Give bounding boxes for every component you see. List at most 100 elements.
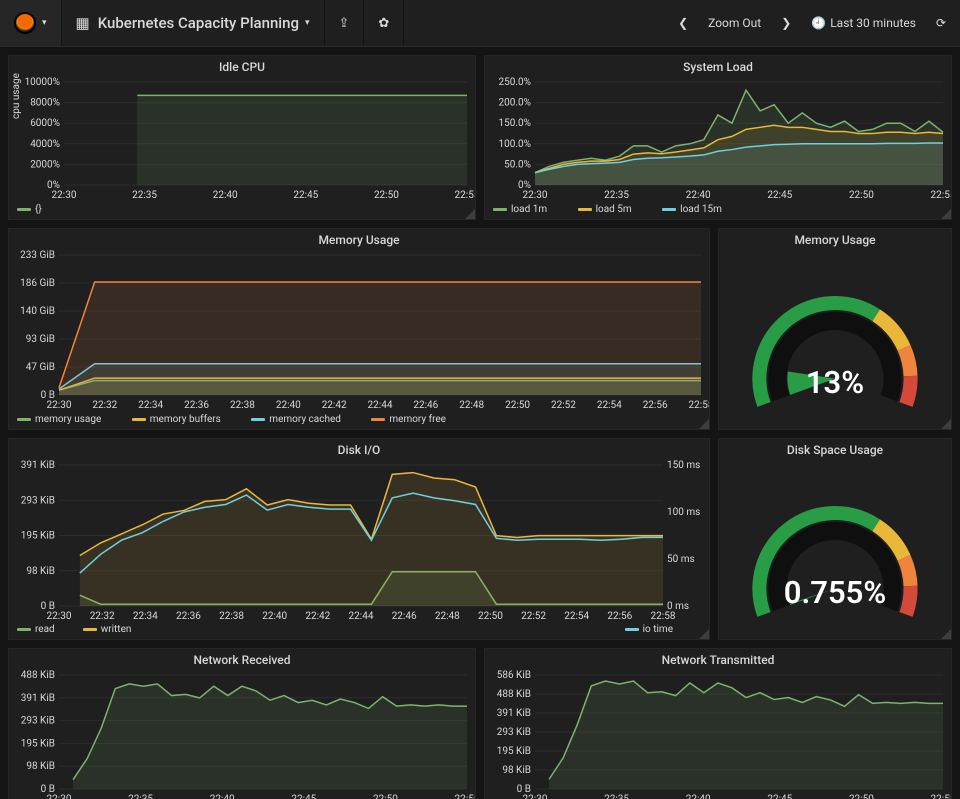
svg-text:22:40: 22:40: [210, 794, 235, 799]
panel-memory-usage-ts[interactable]: Memory Usage 0 B47 GiB93 GiB140 GiB186 G…: [8, 228, 710, 430]
dashboard-picker[interactable]: ▦ Kubernetes Capacity Planning ▾: [62, 0, 325, 46]
time-next-button[interactable]: ❯: [771, 16, 801, 30]
svg-text:195 KiB: 195 KiB: [497, 746, 531, 757]
gear-icon: ✿: [378, 16, 389, 31]
svg-text:22:55: 22:55: [455, 190, 475, 201]
panel-system-load[interactable]: System Load 0%50.0%100.0%150.0%200.0%250…: [484, 55, 952, 220]
time-range-picker[interactable]: 🕘Last 30 minutes: [801, 16, 926, 30]
svg-text:22:35: 22:35: [604, 190, 629, 201]
svg-text:22:50: 22:50: [849, 794, 874, 799]
share-button[interactable]: ⇪: [325, 0, 365, 46]
legend: load 1m load 5m load 15m: [485, 201, 951, 219]
panel-disk-io[interactable]: Disk I/O 0 B98 KiB195 KiB293 KiB391 KiB0…: [8, 438, 710, 640]
svg-text:22:30: 22:30: [47, 794, 72, 799]
panel-network-received[interactable]: Network Received 0 B98 KiB195 KiB293 KiB…: [8, 648, 476, 799]
top-nav: ▾ ▦ Kubernetes Capacity Planning ▾ ⇪ ✿ ❮…: [0, 0, 960, 47]
chevron-down-icon: ▾: [42, 18, 47, 28]
svg-text:22:44: 22:44: [349, 611, 374, 622]
svg-text:50 ms: 50 ms: [667, 554, 695, 565]
svg-text:100 ms: 100 ms: [667, 507, 700, 518]
menu-toggle[interactable]: ▾: [0, 0, 62, 46]
svg-text:195 KiB: 195 KiB: [21, 738, 55, 749]
svg-text:293 KiB: 293 KiB: [21, 495, 55, 506]
gauge-value: 13%: [719, 364, 951, 401]
svg-text:6000%: 6000%: [30, 118, 60, 129]
panel-title: Disk Space Usage: [719, 439, 951, 459]
refresh-icon: ⟳: [936, 16, 946, 30]
svg-text:22:36: 22:36: [176, 611, 201, 622]
resize-handle[interactable]: [941, 419, 951, 429]
svg-text:22:30: 22:30: [47, 611, 72, 622]
svg-text:22:44: 22:44: [368, 400, 393, 411]
svg-text:22:48: 22:48: [435, 611, 460, 622]
svg-text:586 KiB: 586 KiB: [497, 670, 531, 681]
svg-text:22:32: 22:32: [90, 611, 115, 622]
panel-title: Network Received: [9, 649, 475, 669]
resize-handle[interactable]: [465, 795, 475, 799]
chevron-left-icon: ❮: [678, 16, 688, 30]
share-icon: ⇪: [339, 16, 350, 31]
svg-text:488 KiB: 488 KiB: [497, 689, 531, 700]
svg-text:22:42: 22:42: [305, 611, 330, 622]
svg-text:22:56: 22:56: [643, 400, 668, 411]
panel-idle-cpu[interactable]: Idle CPU cpu usage0%2000%4000%6000%8000%…: [8, 55, 476, 220]
panel-title: Network Transmitted: [485, 649, 951, 669]
legend: read written io time: [9, 622, 709, 639]
panel-network-transmitted[interactable]: Network Transmitted 0 B98 KiB195 KiB293 …: [484, 648, 952, 799]
resize-handle[interactable]: [699, 419, 709, 429]
svg-text:22:30: 22:30: [523, 794, 548, 799]
svg-text:22:50: 22:50: [478, 611, 503, 622]
svg-text:140 GiB: 140 GiB: [20, 306, 55, 317]
svg-text:22:35: 22:35: [132, 190, 157, 201]
gauge-value: 0.755%: [719, 574, 951, 611]
svg-text:22:30: 22:30: [52, 190, 77, 201]
svg-text:22:40: 22:40: [276, 400, 301, 411]
svg-text:488 KiB: 488 KiB: [21, 670, 55, 681]
svg-text:2000%: 2000%: [30, 159, 60, 170]
svg-text:93 GiB: 93 GiB: [26, 334, 55, 345]
svg-text:186 GiB: 186 GiB: [20, 278, 55, 289]
svg-text:22:35: 22:35: [128, 794, 153, 799]
resize-handle[interactable]: [941, 209, 951, 219]
panel-memory-usage-gauge[interactable]: Memory Usage 13%: [718, 228, 952, 430]
panel-title: Memory Usage: [9, 229, 709, 249]
svg-text:233 GiB: 233 GiB: [20, 250, 55, 261]
svg-text:22:34: 22:34: [138, 400, 163, 411]
svg-text:98 KiB: 98 KiB: [502, 765, 531, 776]
svg-text:22:30: 22:30: [47, 400, 72, 411]
zoom-out-button[interactable]: Zoom Out: [698, 16, 771, 30]
svg-text:22:48: 22:48: [459, 400, 484, 411]
svg-text:22:52: 22:52: [521, 611, 546, 622]
refresh-button[interactable]: ⟳: [926, 16, 960, 30]
dashboard-title: Kubernetes Capacity Planning: [98, 14, 299, 32]
svg-text:22:38: 22:38: [219, 611, 244, 622]
svg-text:22:40: 22:40: [262, 611, 287, 622]
svg-text:293 KiB: 293 KiB: [497, 727, 531, 738]
svg-text:22:50: 22:50: [373, 794, 398, 799]
svg-text:4000%: 4000%: [30, 139, 60, 150]
resize-handle[interactable]: [699, 629, 709, 639]
svg-text:22:40: 22:40: [213, 190, 238, 201]
panel-disk-space-gauge[interactable]: Disk Space Usage 0.755%: [718, 438, 952, 640]
svg-text:50.0%: 50.0%: [504, 159, 531, 170]
svg-text:150.0%: 150.0%: [499, 118, 531, 129]
panel-title: Disk I/O: [9, 439, 709, 459]
time-prev-button[interactable]: ❮: [668, 16, 698, 30]
svg-text:22:46: 22:46: [392, 611, 417, 622]
svg-text:391 KiB: 391 KiB: [21, 460, 55, 471]
svg-text:391 KiB: 391 KiB: [21, 693, 55, 704]
svg-text:22:45: 22:45: [291, 794, 316, 799]
settings-button[interactable]: ✿: [364, 0, 404, 46]
svg-text:22:55: 22:55: [931, 190, 951, 201]
svg-text:22:32: 22:32: [92, 400, 117, 411]
svg-text:22:30: 22:30: [523, 190, 548, 201]
svg-text:22:50: 22:50: [374, 190, 399, 201]
resize-handle[interactable]: [941, 629, 951, 639]
svg-text:22:45: 22:45: [767, 794, 792, 799]
resize-handle[interactable]: [465, 209, 475, 219]
legend: memory usage memory buffers memory cache…: [9, 411, 709, 429]
resize-handle[interactable]: [941, 795, 951, 799]
svg-text:200.0%: 200.0%: [499, 98, 531, 109]
chevron-down-icon: ▾: [305, 18, 310, 28]
svg-text:8000%: 8000%: [30, 98, 60, 109]
